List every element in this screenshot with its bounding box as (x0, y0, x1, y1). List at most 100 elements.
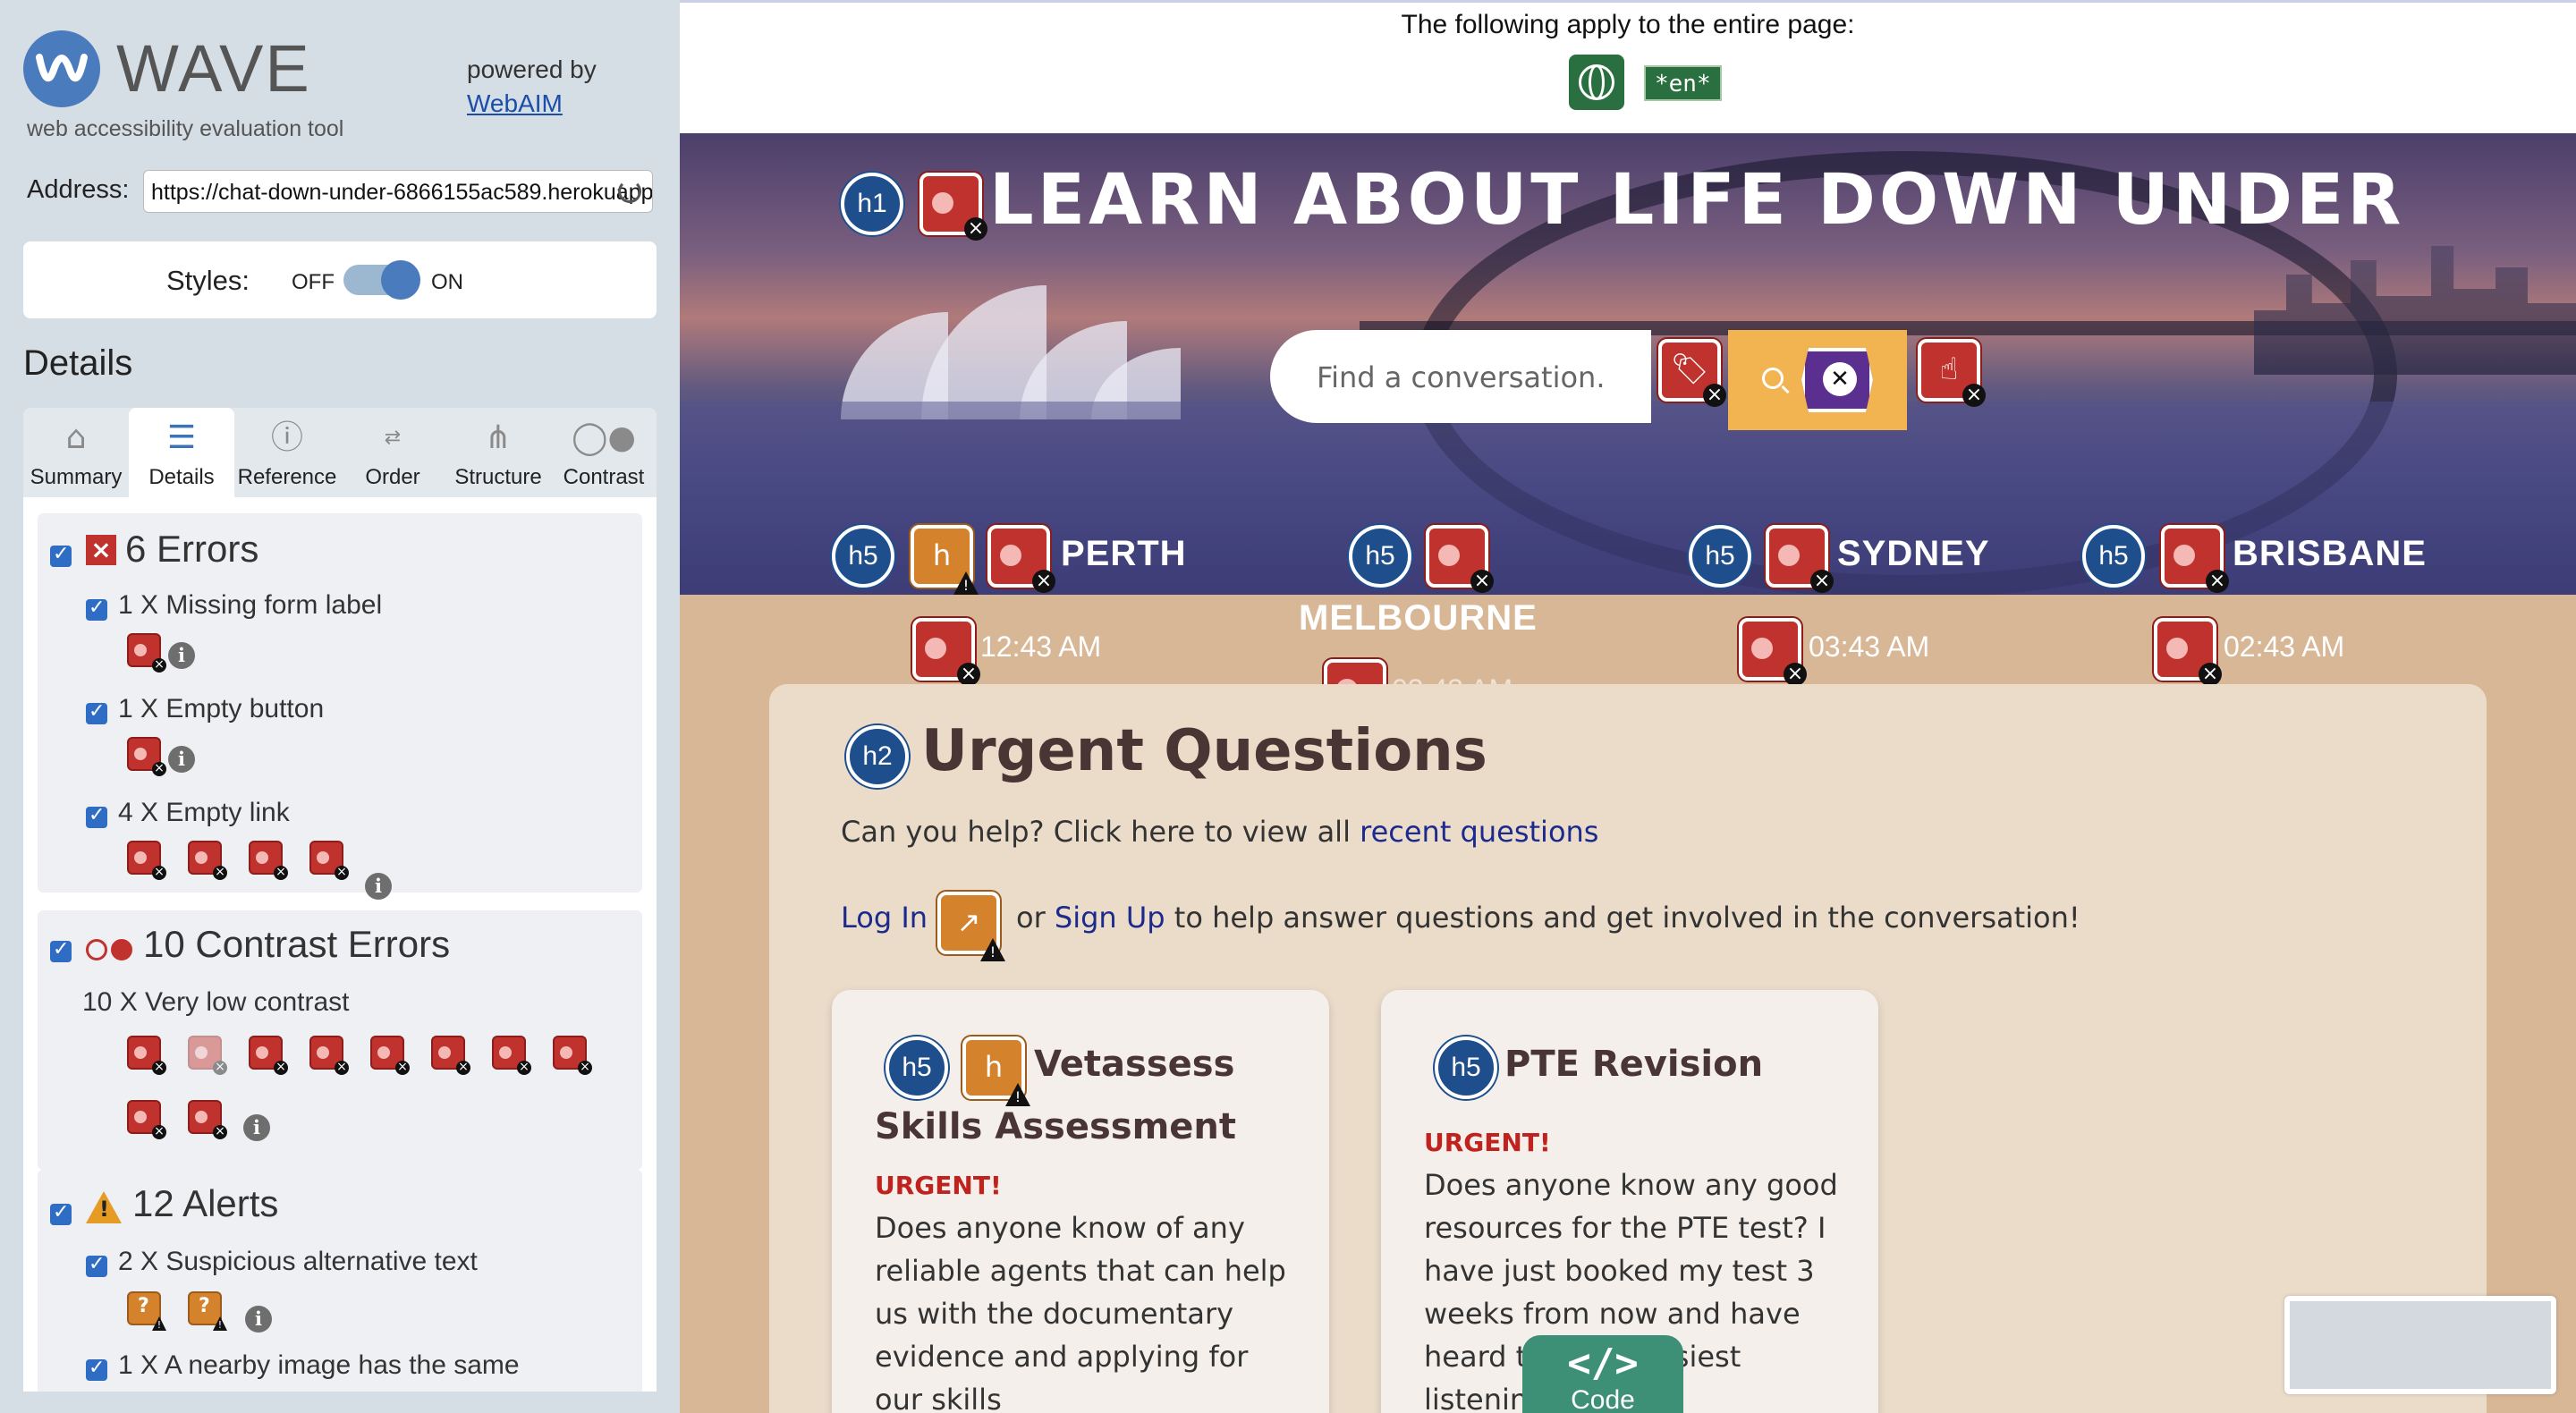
contrast-error-icon[interactable] (987, 525, 1055, 593)
opera-house-image (805, 285, 1199, 419)
styles-off-label: OFF (292, 270, 335, 294)
city-perth: PERTH (1061, 534, 1187, 573)
suspicious-alt-checkbox[interactable] (86, 1253, 107, 1277)
h1-icon[interactable]: h1 (841, 173, 903, 235)
error-icon: × (86, 535, 116, 565)
contrast-icon[interactable] (370, 1036, 410, 1075)
structure-icon: ⋔ (484, 419, 513, 456)
wave-sidebar: WAVE web accessibility evaluation tool p… (0, 0, 680, 1413)
redundant-link-icon[interactable]: ↗ (937, 892, 1000, 954)
contrast-checkbox[interactable] (50, 938, 72, 962)
question-title: Vetassess (1034, 1044, 1235, 1085)
h5-icon[interactable]: h5 (886, 1036, 948, 1099)
tab-label: Structure (454, 465, 542, 489)
language-badge[interactable]: *en* (1644, 65, 1722, 101)
login-link[interactable]: Log In (841, 901, 928, 935)
missing-label-checkbox[interactable] (86, 597, 107, 621)
empty-link-icon[interactable] (188, 841, 227, 880)
empty-link-icon[interactable] (249, 841, 288, 880)
tab-order[interactable]: ⇄ Order (340, 408, 445, 497)
contrast-error-icon[interactable] (912, 618, 980, 686)
h5-icon[interactable]: h5 (1435, 1036, 1497, 1099)
contrast-icon[interactable] (127, 1036, 166, 1075)
empty-link-checkbox[interactable] (86, 804, 107, 828)
h5-icon[interactable]: h5 (832, 525, 894, 588)
alerts-heading: 12 Alerts (132, 1182, 279, 1224)
empty-button-icon[interactable]: ☝ (1918, 339, 1986, 407)
contrast-icon[interactable] (309, 1036, 349, 1075)
contrast-error-icon[interactable] (2154, 618, 2222, 686)
info-icon[interactable]: i (243, 1114, 270, 1141)
contrast-error-icon[interactable] (1766, 525, 1834, 593)
missing-label-icon[interactable] (127, 633, 166, 673)
home-icon: ⌂ (65, 419, 87, 456)
tab-details[interactable]: ☰ Details (129, 408, 234, 497)
time-perth: 12:43 AM (980, 630, 1102, 663)
tab-summary[interactable]: ⌂ Summary (23, 408, 129, 497)
contrast-icon[interactable] (431, 1036, 470, 1075)
missing-label-icon[interactable]: 🏷 (1658, 339, 1726, 407)
styles-label: Styles: (166, 265, 250, 296)
skipped-heading-icon[interactable]: h (962, 1036, 1025, 1099)
code-toggle-button[interactable]: </> Code (1522, 1335, 1683, 1413)
contrast-icon: ◯● (572, 419, 636, 456)
recent-questions-link[interactable]: recent questions (1360, 815, 1598, 849)
contrast-icon[interactable] (127, 1100, 166, 1139)
contrast-icon[interactable] (492, 1036, 531, 1075)
question-body: Does anyone know of any reliable agents … (875, 1211, 1286, 1413)
info-icon[interactable]: i (245, 1306, 272, 1333)
city-melbourne: MELBOURNE (1299, 598, 1538, 638)
h5-icon[interactable]: h5 (2082, 525, 2145, 588)
suspicious-alt-icon[interactable] (127, 1291, 161, 1325)
contrast-error-icon[interactable] (1426, 525, 1494, 593)
evaluated-page: The following apply to the entire page: … (680, 0, 2576, 1413)
wave-tabs: ⌂ Summary ☰ Details ⓘ Reference ⇄ Order … (23, 408, 657, 497)
styles-on-label: ON (431, 270, 463, 294)
info-icon[interactable]: i (168, 746, 195, 773)
tab-label: Details (148, 465, 215, 489)
contrast-icon[interactable] (553, 1036, 592, 1075)
login-rest-text: to help answer questions and get involve… (1174, 901, 2080, 935)
search-button[interactable] (1728, 330, 1907, 430)
signup-link[interactable]: Sign Up (1055, 901, 1165, 935)
info-icon[interactable]: i (168, 642, 195, 669)
alerts-checkbox[interactable] (50, 1201, 72, 1225)
empty-button-badge-icon (1801, 348, 1873, 412)
contrast-error-icon[interactable] (919, 173, 987, 241)
contrast-icon[interactable] (249, 1036, 288, 1075)
tab-reference[interactable]: ⓘ Reference (234, 408, 340, 497)
contrast-icon[interactable] (188, 1100, 227, 1139)
styles-toggle[interactable] (343, 260, 420, 300)
search-input[interactable]: Find a conversation. (1270, 330, 1651, 423)
city-sydney: SYDNEY (1837, 534, 1990, 573)
h5-icon[interactable]: h5 (1349, 525, 1411, 588)
h2-icon[interactable]: h2 (846, 725, 909, 788)
urgent-label: URGENT! (875, 1171, 1002, 1200)
nearby-image-checkbox[interactable] (86, 1357, 107, 1381)
contrast-error-icon[interactable] (2161, 525, 2229, 593)
powered-by-text: powered by (467, 55, 597, 83)
empty-button-icon[interactable] (127, 737, 166, 776)
empty-link-icon[interactable] (127, 841, 166, 880)
empty-button-checkbox[interactable] (86, 700, 107, 724)
tab-structure[interactable]: ⋔ Structure (445, 408, 551, 497)
contrast-icon[interactable] (188, 1036, 227, 1075)
or-text: or (1016, 901, 1046, 935)
floating-widget[interactable] (2284, 1296, 2556, 1394)
globe-icon[interactable] (1569, 55, 1624, 110)
errors-checkbox[interactable] (50, 543, 72, 567)
reload-icon[interactable] (618, 180, 641, 203)
errors-heading: 6 Errors (125, 528, 259, 570)
empty-link-icon[interactable] (309, 841, 349, 880)
contrast-heading: 10 Contrast Errors (143, 923, 451, 965)
info-icon[interactable]: i (365, 873, 392, 900)
skipped-heading-icon[interactable]: h (911, 525, 973, 588)
suspicious-alt-icon[interactable] (188, 1291, 222, 1325)
h5-icon[interactable]: h5 (1689, 525, 1751, 588)
address-input[interactable]: https://chat-down-under-6866155ac589.her… (143, 170, 653, 213)
contrast-error-icon[interactable] (1739, 618, 1807, 686)
details-panel: × 6 Errors 1 X Missing form label i 1 X … (23, 497, 657, 1392)
webaim-link[interactable]: WebAIM (467, 89, 563, 118)
alert-icon (86, 1191, 122, 1223)
tab-contrast[interactable]: ◯● Contrast (551, 408, 657, 497)
